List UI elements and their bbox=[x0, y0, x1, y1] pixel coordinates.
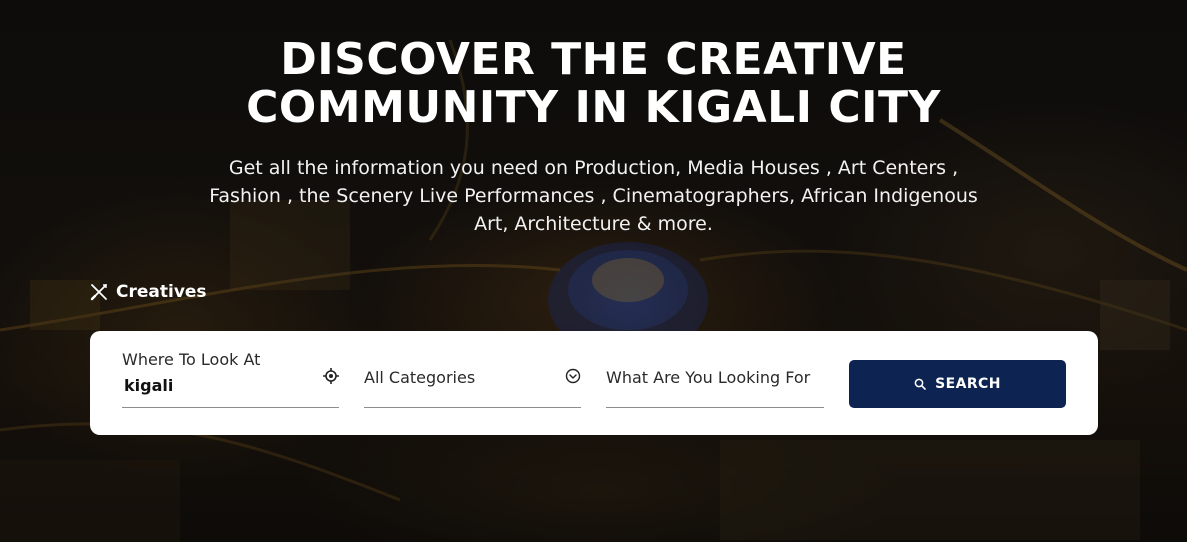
search-form: Where To Look At kigali All Categories W… bbox=[90, 331, 1098, 435]
tab-creatives-label: Creatives bbox=[116, 282, 207, 302]
location-label: Where To Look At bbox=[122, 350, 261, 369]
search-icon bbox=[914, 378, 926, 390]
search-button-label: SEARCH bbox=[935, 376, 1001, 392]
keyword-placeholder[interactable]: What Are You Looking For bbox=[606, 368, 810, 387]
locate-crosshair-icon[interactable] bbox=[323, 368, 339, 384]
hero-headline: DISCOVER THE CREATIVE COMMUNITY IN KIGAL… bbox=[0, 36, 1187, 132]
hero-subtitle: Get all the information you need on Prod… bbox=[209, 157, 978, 235]
category-select[interactable]: All Categories bbox=[364, 331, 581, 408]
tab-creatives[interactable]: Creatives bbox=[90, 282, 207, 302]
keyword-input[interactable]: What Are You Looking For bbox=[606, 331, 824, 408]
category-selected: All Categories bbox=[364, 368, 476, 387]
location-field[interactable]: Where To Look At kigali bbox=[122, 331, 339, 408]
crossed-tools-icon bbox=[90, 284, 107, 301]
location-value[interactable]: kigali bbox=[124, 376, 173, 395]
search-button[interactable]: SEARCH bbox=[849, 360, 1066, 408]
hero-headline-line1: DISCOVER THE CREATIVE bbox=[280, 34, 907, 85]
hero-headline-line2: COMMUNITY IN KIGALI CITY bbox=[246, 82, 941, 133]
chevron-down-circle-icon[interactable] bbox=[565, 368, 581, 384]
